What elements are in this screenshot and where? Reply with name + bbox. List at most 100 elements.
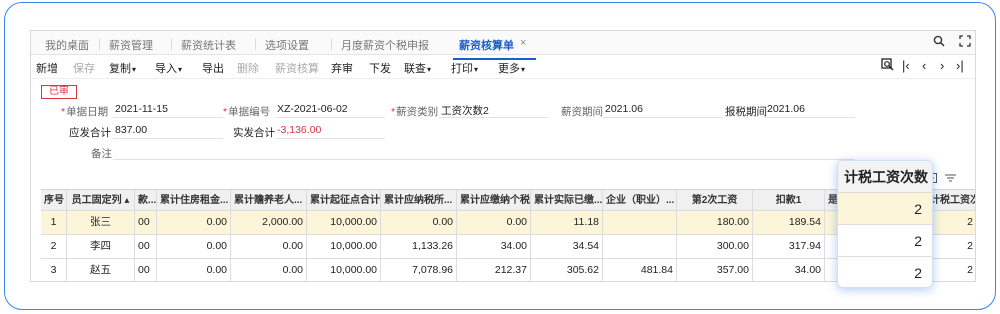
tab-bar: 我的桌面 薪资管理 薪资统计表 选项设置 月度薪资个税申报 薪资核算单 × [31,31,975,60]
cell-threshold-total[interactable]: 10,000.00 [307,235,381,258]
tab-salary-management[interactable]: 薪资管理 [99,37,153,53]
delete-button[interactable]: 删除 [237,60,259,76]
prev-record-icon[interactable]: ‹ [922,58,926,73]
cell-deduction1[interactable]: 34.00 [753,259,825,281]
col-header-tax-payable[interactable]: 累计应缴纳个税 [457,190,531,210]
toolbar: 新增 保存 复制▾ 导入▾ 导出 删除 薪资核算 弃审 下发 联查▾ 打印▾ 更… [31,55,975,79]
cell-tax-payable[interactable]: 34.00 [457,235,531,258]
tab-salary-statistics[interactable]: 薪资统计表 [171,37,236,53]
tab-desktop[interactable]: 我的桌面 [45,37,89,53]
salary-type-field[interactable]: 工资次数2 [439,103,549,118]
next-record-icon[interactable]: › [940,58,944,73]
salary-period-label: 薪资期间 [561,106,603,118]
salary-calc-button[interactable]: 薪资核算 [275,60,319,76]
cell-elder-support[interactable]: 2,000.00 [231,211,307,234]
col-header-threshold-total[interactable]: 累计起征点合计 [307,190,381,210]
cell-housing-rent[interactable]: 0.00 [157,235,231,258]
col-header-tax-paid[interactable]: 累计实际已缴... [531,190,603,210]
table-header-row: 序号 员工固定列 ▴ 款... 累计住房租金... 累计赡养老人... 累计起征… [41,189,975,211]
tab-monthly-tax-declaration[interactable]: 月度薪资个税申报 [331,37,429,53]
cell-tax-payable[interactable]: 0.00 [457,211,531,234]
cell-col3[interactable]: 00 [135,211,157,234]
search-icon[interactable] [933,35,945,50]
print-button[interactable]: 打印▾ [451,60,478,76]
import-button[interactable]: 导入▾ [155,60,182,76]
export-button[interactable]: 导出 [202,60,224,76]
cell-taxable-income[interactable]: 7,078.96 [381,259,457,281]
col-header-second-salary[interactable]: 第2次工资 [677,190,753,210]
col-header-elder-support[interactable]: 累计赡养老人... [231,190,307,210]
col-header-housing-rent[interactable]: 累计住房租金... [157,190,231,210]
table-row[interactable]: 1 张三 00 0.00 2,000.00 10,000.00 0.00 0.0… [41,211,975,235]
cell-housing-rent[interactable]: 0.00 [157,211,231,234]
cell-taxable-income[interactable]: 0.00 [381,211,457,234]
first-record-icon[interactable]: |‹ [902,58,910,73]
cell-employee[interactable]: 张三 [67,211,135,234]
col-header-col3[interactable]: 款... [135,190,157,210]
issue-button[interactable]: 下发 [369,60,391,76]
col-header-seq[interactable]: 序号 [41,190,67,210]
cell-deduction1[interactable]: 189.54 [753,211,825,234]
cell-deduction1[interactable]: 317.94 [753,235,825,258]
tab-salary-calc-sheet[interactable]: 薪资核算单 [453,37,536,60]
required-mark: * [223,106,228,118]
cell-col3[interactable]: 00 [135,259,157,281]
col-header-deduction1[interactable]: 扣款1 [753,190,825,210]
doc-no-field[interactable]: XZ-2021-06-02 [275,103,385,118]
unapprove-button[interactable]: 弃审 [331,60,353,76]
table-row[interactable]: 2 李四 00 0.00 0.00 10,000.00 1,133.26 34.… [41,235,975,259]
cell-second-salary[interactable]: 357.00 [677,259,753,281]
cell-housing-rent[interactable]: 0.00 [157,259,231,281]
cell-threshold-total[interactable]: 10,000.00 [307,211,381,234]
cell-tax-paid[interactable]: 11.18 [531,211,603,234]
doc-date-label: *单据日期 [61,104,108,119]
cell-tax-count[interactable]: 2 [927,259,975,281]
cell-enterprise[interactable] [603,235,677,258]
fullscreen-icon[interactable] [959,35,971,50]
salary-period-field[interactable]: 2021.06 [603,103,723,118]
cell-enterprise[interactable] [603,211,677,234]
more-button[interactable]: 更多▾ [498,60,525,76]
cell-tax-paid[interactable]: 34.54 [531,235,603,258]
cell-employee[interactable]: 李四 [67,235,135,258]
doc-date-field[interactable]: 2021-11-15 [113,103,223,118]
cell-tax-payable[interactable]: 212.37 [457,259,531,281]
cell-employee[interactable]: 赵五 [67,259,135,281]
chevron-down-icon: ▾ [178,65,183,74]
last-record-icon[interactable]: ›| [956,58,964,73]
cell-threshold-total[interactable]: 10,000.00 [307,259,381,281]
table-row[interactable]: 3 赵五 00 0.00 0.00 10,000.00 7,078.96 212… [41,259,975,281]
filter-icon[interactable] [945,173,956,186]
cell-elder-support[interactable]: 0.00 [231,259,307,281]
cell-tax-count[interactable]: 2 [927,211,975,234]
col-header-tax-count[interactable]: 计税工资次数 [927,190,975,210]
save-button[interactable]: 保存 [73,60,95,76]
cell-second-salary[interactable]: 180.00 [677,211,753,234]
tab-option-settings[interactable]: 选项设置 [255,37,309,53]
cell-seq: 2 [41,235,67,258]
tax-period-label: 报税期间 [725,106,767,118]
copy-button[interactable]: 复制▾ [109,60,136,76]
col-header-employee[interactable]: 员工固定列 ▴ [67,190,135,210]
tax-period-field[interactable]: 2021.06 [765,103,855,118]
close-tab-icon[interactable]: × [520,37,526,49]
cell-seq: 1 [41,211,67,234]
new-button[interactable]: 新增 [36,60,58,76]
gross-total-label: 应发合计 [69,127,111,139]
cell-seq: 3 [41,259,67,281]
cell-second-salary[interactable]: 300.00 [677,235,753,258]
cell-taxable-income[interactable]: 1,133.26 [381,235,457,258]
linked-query-button[interactable]: 联查▾ [404,60,431,76]
cell-tax-count[interactable]: 2 [927,235,975,258]
import-label: 导入 [155,63,177,75]
cell-col3[interactable]: 00 [135,235,157,258]
col-header-enterprise[interactable]: 企业（职业）... [603,190,677,210]
cell-tax-paid[interactable]: 305.62 [531,259,603,281]
remark-field[interactable] [113,145,855,160]
col-header-taxable-income[interactable]: 累计应纳税所... [381,190,457,210]
locate-icon[interactable] [881,58,894,74]
callout-header: 计税工资次数 [838,161,932,193]
tax-count-callout: 计税工资次数 2 2 2 [837,160,933,288]
cell-elder-support[interactable]: 0.00 [231,235,307,258]
cell-enterprise[interactable]: 481.84 [603,259,677,281]
